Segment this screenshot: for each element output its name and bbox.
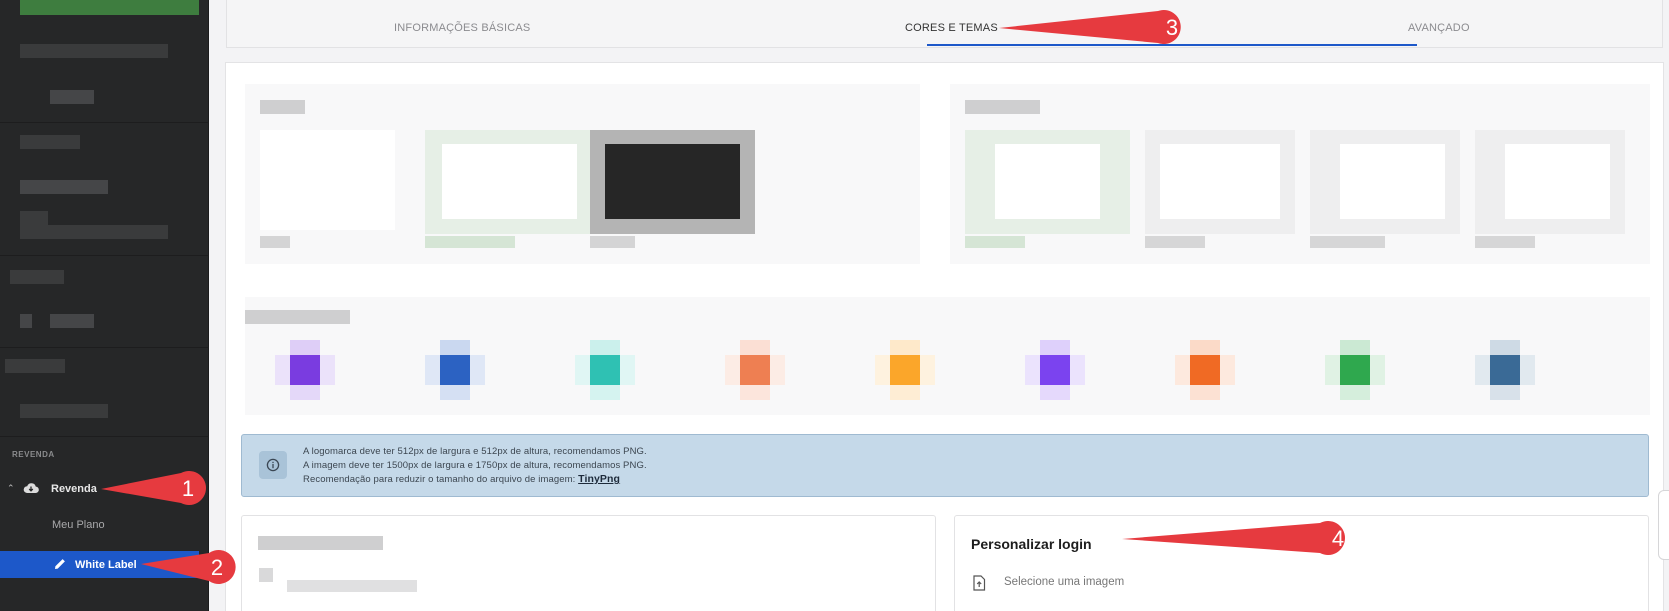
svg-text:4: 4 xyxy=(1332,526,1344,551)
file-upload-icon xyxy=(259,568,273,582)
info-line: A logomarca deve ter 512px de largura e … xyxy=(303,446,647,457)
chevron-up-icon[interactable]: ⌃ xyxy=(7,483,15,494)
sidebar-item-blurred[interactable] xyxy=(20,404,108,418)
sidebar-section-label: REVENDA xyxy=(12,450,55,459)
upload-label: Selecione uma imagem xyxy=(1004,576,1125,588)
sidebar-item-blurred[interactable] xyxy=(20,314,32,328)
logo-preview[interactable] xyxy=(260,130,395,230)
color-swatch-panel xyxy=(245,297,1650,415)
sidebar-item-blurred[interactable] xyxy=(50,314,94,328)
login-image-upload[interactable]: Selecione uma imagem xyxy=(972,575,1124,596)
color-swatch[interactable] xyxy=(575,340,635,400)
color-swatch[interactable] xyxy=(275,340,335,400)
sidebar-item-blurred[interactable] xyxy=(20,211,48,225)
sidebar-item-blurred[interactable] xyxy=(10,270,64,284)
color-swatch[interactable] xyxy=(1325,340,1385,400)
logo-panel xyxy=(245,84,920,264)
logo-upload-card xyxy=(241,515,936,611)
sidebar-active-item-highlight xyxy=(20,0,199,15)
svg-text:2: 2 xyxy=(211,555,223,580)
info-circle-icon xyxy=(259,451,287,479)
sidebar-item-blurred[interactable] xyxy=(50,90,94,104)
sidebar-item-blurred[interactable] xyxy=(20,225,168,239)
info-line-prefix: Recomendação para reduzir o tamanho do a… xyxy=(303,474,576,485)
info-line: A imagem deve ter 1500px de largura e 17… xyxy=(303,460,647,471)
annotation-2: 2 xyxy=(141,550,236,584)
sidebar: REVENDA ⌃ Revenda Meu Plano White Label xyxy=(0,0,209,611)
tab-informacoes-basicas[interactable]: INFORMAÇÕES BÁSICAS xyxy=(394,22,530,34)
sidebar-item-blurred[interactable] xyxy=(20,44,168,58)
color-swatch[interactable] xyxy=(1475,340,1535,400)
sidebar-item-blurred[interactable] xyxy=(20,135,80,149)
color-swatch[interactable] xyxy=(425,340,485,400)
color-swatch[interactable] xyxy=(1025,340,1085,400)
svg-text:1: 1 xyxy=(182,476,194,501)
tab-avancado[interactable]: AVANÇADO xyxy=(1408,22,1470,34)
login-card-title: Personalizar login xyxy=(971,536,1092,552)
tab-bar: INFORMAÇÕES BÁSICAS CORES E TEMAS AVANÇA… xyxy=(226,0,1663,48)
sidebar-item-label: Revenda xyxy=(51,483,97,495)
cloud-download-icon xyxy=(23,483,39,494)
panel-title-blurred xyxy=(260,100,305,114)
file-upload-icon xyxy=(973,575,986,591)
color-swatch[interactable] xyxy=(725,340,785,400)
background-panel xyxy=(950,84,1650,264)
sidebar-item-label: White Label xyxy=(75,559,137,571)
color-swatch[interactable] xyxy=(875,340,935,400)
pencil-icon xyxy=(55,559,65,569)
sidebar-item-blurred[interactable] xyxy=(20,180,108,194)
feedback-tab[interactable] xyxy=(1658,490,1669,560)
annotation-1: 1 xyxy=(101,471,206,505)
color-swatch[interactable] xyxy=(1175,340,1235,400)
info-line: Recomendação para reduzir o tamanho do a… xyxy=(303,473,620,485)
sidebar-item-blurred[interactable] xyxy=(5,359,65,373)
annotation-3: 3 xyxy=(999,10,1181,44)
annotation-4: 4 xyxy=(1122,521,1345,555)
svg-text:3: 3 xyxy=(1166,15,1178,40)
tab-cores-e-temas[interactable]: CORES E TEMAS xyxy=(905,22,998,34)
image-requirements-alert: A logomarca deve ter 512px de largura e … xyxy=(241,434,1649,497)
tinypng-link[interactable]: TinyPng xyxy=(578,473,620,485)
sidebar-subitem-meu-plano[interactable]: Meu Plano xyxy=(52,519,105,531)
